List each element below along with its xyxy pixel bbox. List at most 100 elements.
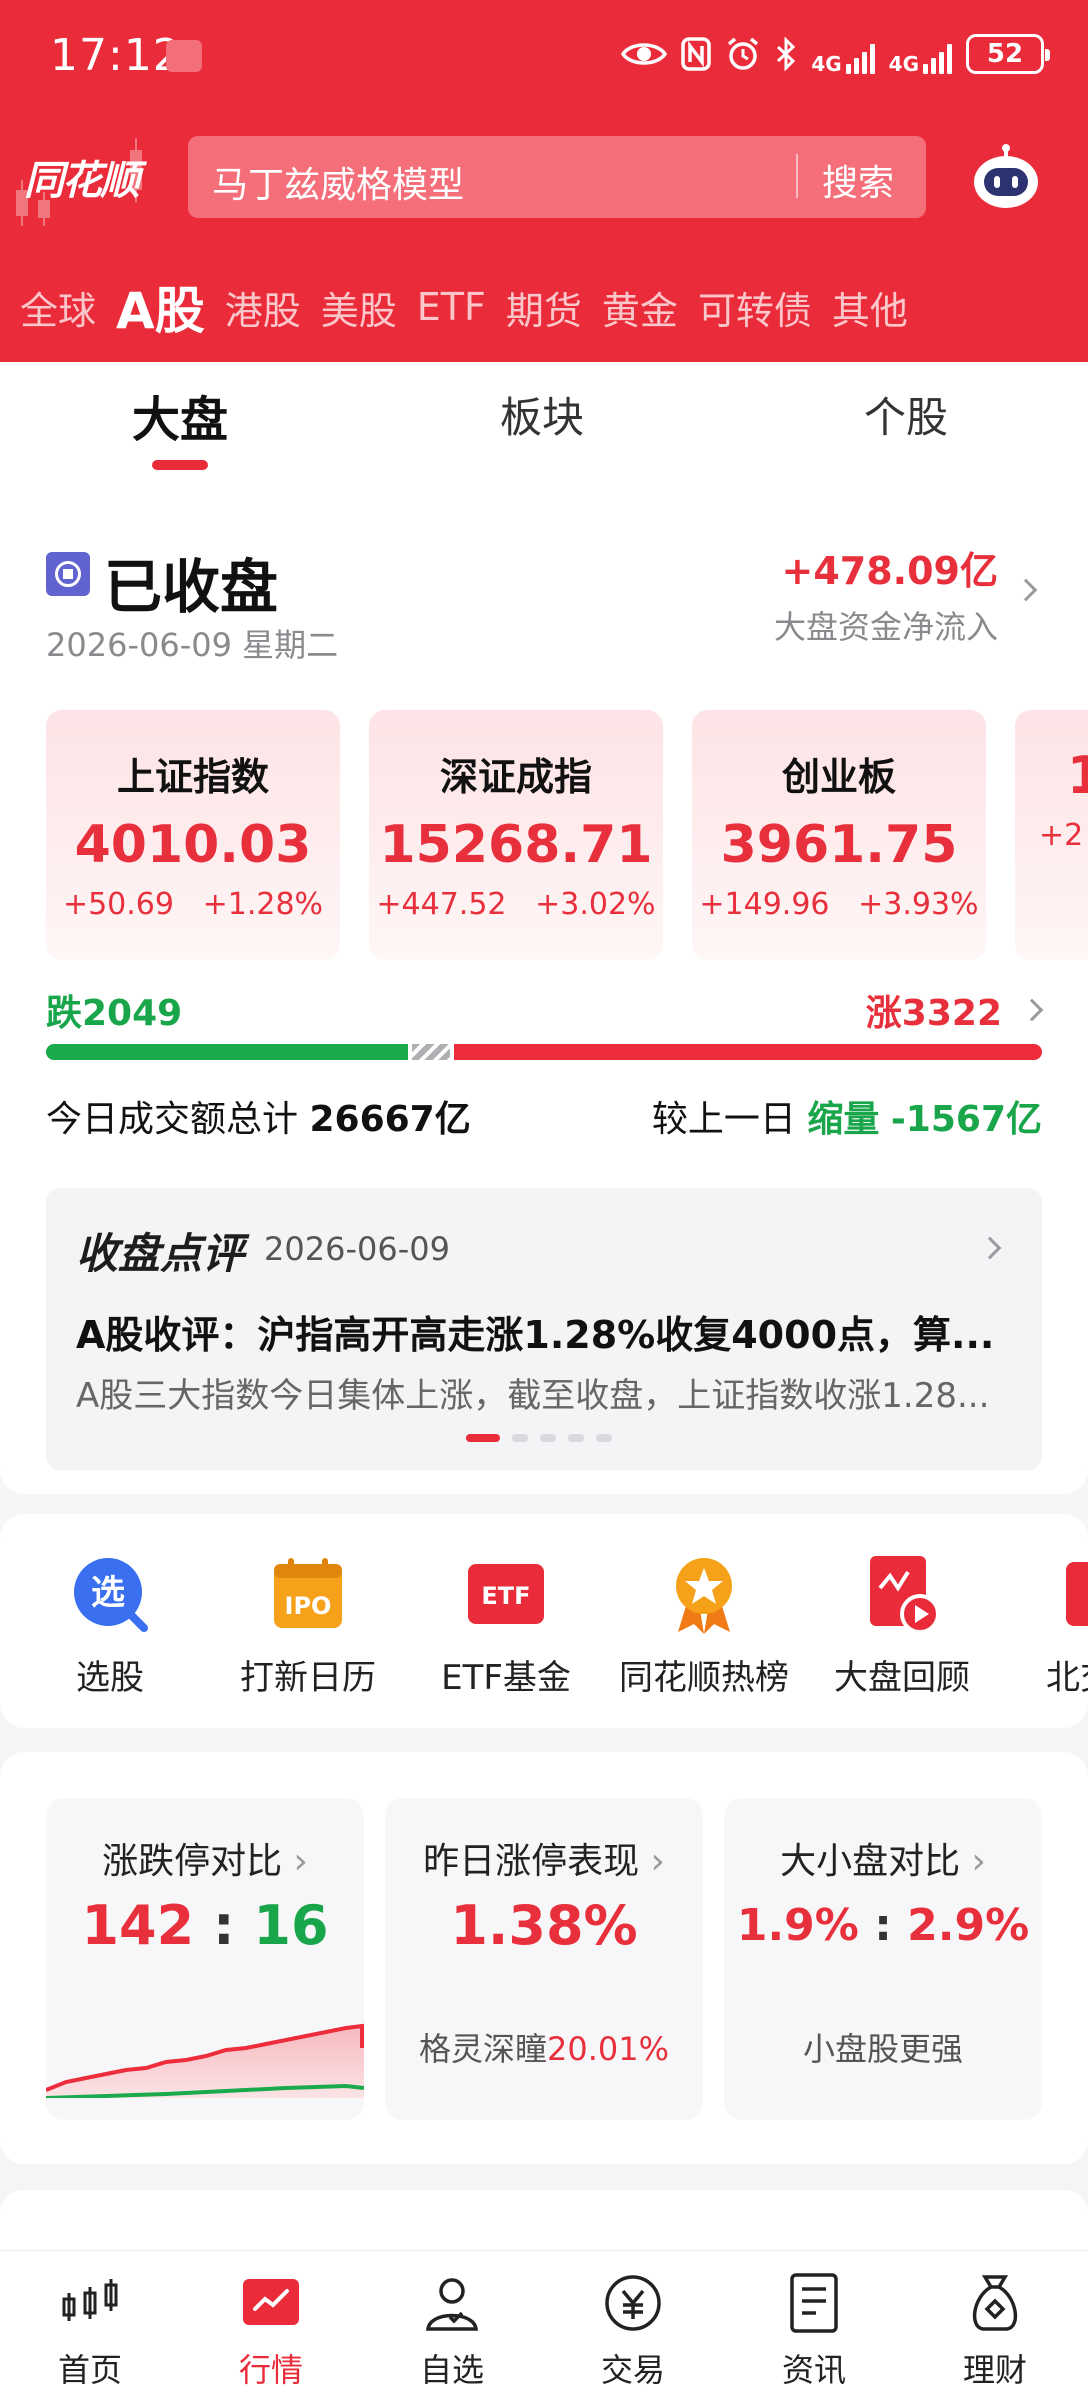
- tool-market-review[interactable]: 大盘回顾: [812, 1554, 992, 1699]
- tool-bse[interactable]: 北交: [1010, 1554, 1088, 1699]
- card-title: 涨跌停对比 ›: [102, 1841, 308, 1882]
- market-tab[interactable]: 其他: [832, 280, 908, 335]
- card-title-text: 涨跌停对比: [102, 1841, 283, 1882]
- cap-size-card[interactable]: 大小盘对比 › 1.9% : 2.9% 小盘股更强: [724, 1798, 1042, 2120]
- limit-compare-card[interactable]: 涨跌停对比 › 142 : 16: [46, 1798, 364, 2120]
- net-inflow-label[interactable]: 大盘资金净流入: [774, 602, 998, 648]
- battery-icon: 52: [966, 34, 1050, 74]
- nav-wealth[interactable]: 理财: [935, 2271, 1055, 2391]
- market-tab[interactable]: 美股: [321, 280, 397, 335]
- carousel-dot[interactable]: [596, 1434, 612, 1442]
- search-divider: [796, 154, 798, 198]
- index-change-abs: +149.96: [699, 887, 830, 922]
- index-name: 深证成指: [439, 755, 592, 799]
- card-title: 昨日涨停表现 ›: [423, 1841, 665, 1882]
- app-logo[interactable]: 同花顺: [24, 148, 140, 206]
- review-date: 2026-06-09: [264, 1230, 450, 1268]
- trade-yuan-icon: [605, 2275, 661, 2331]
- nav-label: 理财: [962, 2351, 1027, 2389]
- market-tab[interactable]: 可转债: [698, 280, 812, 335]
- index-name: 上证指数: [116, 755, 269, 799]
- market-tab[interactable]: ETF: [417, 285, 486, 329]
- status-time: 17:12: [50, 30, 182, 81]
- index-cards: 上证指数 4010.03 +50.69 +1.28% 深证成指 15268.71…: [46, 710, 1088, 960]
- tool-ipo-calendar[interactable]: IPO 打新日历: [218, 1554, 398, 1699]
- nfc-icon: [681, 34, 712, 74]
- market-tab[interactable]: 港股: [225, 280, 301, 335]
- search-input[interactable]: 马丁兹威格模型: [212, 156, 464, 208]
- tool-etf-fund[interactable]: ETF ETF基金: [416, 1554, 596, 1699]
- closing-review-badge: 收盘点评: [76, 1220, 244, 1281]
- search-bar[interactable]: 马丁兹威格模型 搜索: [188, 136, 926, 218]
- review-title[interactable]: A股收评：沪指高开高走涨1.28%收复4000点，算...: [76, 1304, 1006, 1359]
- breadth-ratio-bar: [46, 1044, 1042, 1060]
- tool-label: 选股: [76, 1658, 144, 1698]
- market-tab[interactable]: A股: [116, 271, 205, 343]
- index-card-partial[interactable]: 1 +2: [1015, 710, 1088, 960]
- search-button[interactable]: 搜索: [822, 154, 894, 206]
- carousel-dot[interactable]: [540, 1434, 556, 1442]
- nav-market[interactable]: 行情: [211, 2271, 331, 2391]
- nav-home[interactable]: 首页: [30, 2271, 150, 2391]
- decliners-bar: [46, 1044, 408, 1060]
- index-change: +2: [1039, 818, 1084, 853]
- stat-cards: 涨跌停对比 › 142 : 16 昨日涨停表现 › 1.38% 格灵深瞳20.0…: [0, 1752, 1088, 2164]
- small-cap-change: 2.9%: [907, 1900, 1030, 1951]
- market-breadth[interactable]: 跌2049 涨3322: [46, 984, 1044, 1034]
- tool-hot-list[interactable]: 同花顺热榜: [614, 1554, 794, 1699]
- market-tab[interactable]: 期货: [506, 280, 582, 335]
- tool-select-stock[interactable]: 选 选股: [20, 1554, 200, 1699]
- market-tab[interactable]: 黄金: [602, 280, 678, 335]
- carousel-dot[interactable]: [568, 1434, 584, 1442]
- turnover-compare: 较上一日 缩量 -1567亿: [652, 1090, 1042, 1142]
- market-tabs: 全球 A股 港股 美股 ETF 期货 黄金 可转债 其他: [0, 262, 1088, 352]
- net-inflow-value[interactable]: +478.09亿: [782, 540, 998, 595]
- chevron-right-icon[interactable]: [978, 1236, 1002, 1260]
- svg-text:选: 选: [91, 1573, 125, 1613]
- limit-ratio: 142 : 16: [46, 1894, 364, 1957]
- index-card-cy[interactable]: 创业板 3961.75 +149.96 +3.93%: [692, 710, 986, 960]
- nav-watchlist[interactable]: 自选: [392, 2271, 512, 2391]
- search-row: 同花顺 马丁兹威格模型 搜索: [0, 128, 1088, 228]
- tool-label: 同花顺热榜: [619, 1658, 789, 1698]
- index-value: 4010.03: [74, 815, 312, 875]
- signal-label: 4G: [811, 52, 842, 76]
- closing-review-card[interactable]: 收盘点评 2026-06-09 A股收评：沪指高开高走涨1.28%收复4000点…: [46, 1188, 1042, 1470]
- index-change: +447.52 +3.02%: [369, 887, 663, 922]
- active-tab-indicator: [152, 460, 208, 470]
- tab-market[interactable]: 大盘: [132, 380, 228, 450]
- ipo-calendar-icon: IPO: [274, 1558, 342, 1628]
- svg-text:ETF: ETF: [481, 1582, 530, 1610]
- tab-stocks[interactable]: 个股: [864, 384, 948, 445]
- tab-sectors[interactable]: 板块: [500, 384, 584, 445]
- eye-icon: [621, 34, 668, 74]
- index-value: 3961.75: [720, 815, 958, 875]
- index-card-sz[interactable]: 深证成指 15268.71 +447.52 +3.02%: [369, 710, 663, 960]
- app-header: 17:12 4G 4G 52 同花顺 马丁兹威格模型 搜索 全球 A股 港股 美…: [0, 0, 1088, 362]
- select-stock-icon: 选: [74, 1558, 148, 1632]
- index-change-abs: +50.69: [62, 887, 174, 922]
- yesterday-limit-value: 1.38%: [450, 1894, 638, 1957]
- ai-assistant-icon[interactable]: [970, 142, 1042, 214]
- top-stock[interactable]: 格灵深瞳20.01%: [385, 2024, 703, 2070]
- top-stock-change: 20.01%: [547, 2030, 670, 2068]
- bluetooth-icon: [775, 34, 797, 74]
- nav-news[interactable]: 资讯: [754, 2271, 874, 2391]
- nav-trade[interactable]: 交易: [573, 2271, 693, 2391]
- carousel-dot[interactable]: [466, 1434, 500, 1442]
- decliners-count: 跌2049: [46, 993, 183, 1034]
- yesterday-limit-card[interactable]: 昨日涨停表现 › 1.38% 格灵深瞳20.01%: [385, 1798, 703, 2120]
- market-closed-icon: [46, 552, 90, 596]
- index-card-sh[interactable]: 上证指数 4010.03 +50.69 +1.28%: [46, 710, 340, 960]
- top-stock-name: 格灵深瞳: [418, 2030, 547, 2068]
- index-change: +149.96 +3.93%: [692, 887, 986, 922]
- index-change-pct: +3.93%: [858, 887, 979, 922]
- chevron-right-icon[interactable]: [1020, 998, 1044, 1022]
- nav-label: 交易: [600, 2351, 665, 2389]
- chevron-right-icon[interactable]: [1014, 578, 1038, 602]
- market-overview-card: 大盘 板块 个股 已收盘 2026-06-09 星期二 +478.09亿 大盘资…: [0, 362, 1088, 1494]
- carousel-dot[interactable]: [512, 1434, 528, 1442]
- market-tab[interactable]: 全球: [20, 280, 96, 335]
- signal-icon-2: 4G: [889, 34, 952, 74]
- index-change-pct: +1.28%: [202, 887, 324, 922]
